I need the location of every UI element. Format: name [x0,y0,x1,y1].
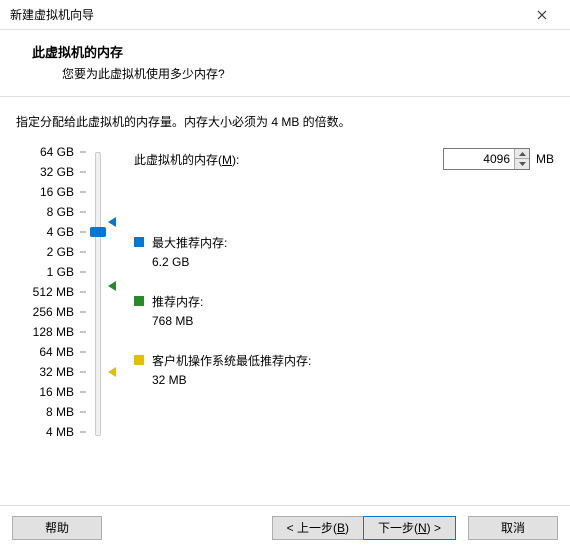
scale-labels-column: 64 GB 32 GB 16 GB 8 GB 4 GB 2 GB 1 GB 512 MB 256… [16,148,88,440]
square-blue-icon [134,237,144,247]
scale-label: 32 MB [39,366,74,378]
scale-label: 32 GB [40,166,74,178]
scale-tick [80,332,86,333]
min-recommended-value: 32 MB [152,373,311,387]
scale-label: 4 GB [47,226,74,238]
scale-label: 4 MB [46,426,74,438]
content-area: 指定分配给此虚拟机的内存量。内存大小必须为 4 MB 的倍数。 64 GB 32 … [0,97,570,505]
page-title: 此虚拟机的内存 [32,42,556,61]
scale-tick [80,232,86,233]
memory-spinner[interactable] [443,148,530,170]
scale-tick [80,152,86,153]
scale-tick [80,412,86,413]
max-recommended-label: 最大推荐内存: [152,234,227,251]
spinner-down-button[interactable] [515,159,529,169]
recommended-label: 推荐内存: [152,293,203,310]
scale-label: 8 MB [46,406,74,418]
close-icon [537,10,547,20]
memory-input[interactable] [444,150,514,168]
slider-track [95,152,101,436]
window-title: 新建虚拟机向导 [10,6,522,23]
wizard-header: 此虚拟机的内存 您要为此虚拟机使用多少内存? [0,30,570,97]
marker-rec-icon [108,281,116,291]
next-button[interactable]: 下一步(N) > [363,516,456,540]
scale-tick [80,252,86,253]
scale-tick [80,352,86,353]
instruction-text: 指定分配给此虚拟机的内存量。内存大小必须为 4 MB 的倍数。 [16,113,554,130]
min-recommended-label: 客户机操作系统最低推荐内存: [152,352,311,369]
page-subtitle: 您要为此虚拟机使用多少内存? [62,65,556,82]
scale-label: 8 GB [47,206,74,218]
max-recommended-value: 6.2 GB [152,255,227,269]
scale-tick [80,272,86,273]
scale-tick [80,372,86,373]
memory-input-label: 此虚拟机的内存(M): [134,151,443,168]
scale-tick [80,172,86,173]
titlebar: 新建虚拟机向导 [0,0,570,30]
slider-thumb[interactable] [90,227,106,237]
recommended-block: 推荐内存: 768 MB [134,293,554,328]
back-button[interactable]: < 上一步(B) [272,516,363,540]
footer: 帮助 < 上一步(B) 下一步(N) > 取消 [0,505,570,549]
scale-tick [80,292,86,293]
square-green-icon [134,296,144,306]
scale-tick [80,192,86,193]
scale-label: 256 MB [33,306,74,318]
scale-label: 16 GB [40,186,74,198]
chevron-down-icon [519,162,526,166]
scale-label: 1 GB [47,266,74,278]
scale-tick [80,212,86,213]
max-recommended-block: 最大推荐内存: 6.2 GB [134,234,554,269]
scale-label: 64 MB [39,346,74,358]
scale-label: 64 GB [40,146,74,158]
marker-max-icon [108,217,116,227]
scale-tick [80,392,86,393]
scale-tick [80,432,86,433]
info-column: 此虚拟机的内存(M): MB [118,148,554,440]
spinner-up-button[interactable] [515,149,529,159]
close-button[interactable] [522,1,562,29]
scale-tick [80,312,86,313]
min-recommended-block: 客户机操作系统最低推荐内存: 32 MB [134,352,554,387]
scale-label: 128 MB [33,326,74,338]
scale-label: 2 GB [47,246,74,258]
scale-label: 512 MB [33,286,74,298]
memory-slider[interactable] [88,148,118,440]
scale-label: 16 MB [39,386,74,398]
help-button[interactable]: 帮助 [12,516,102,540]
chevron-up-icon [519,152,526,156]
memory-unit: MB [536,152,554,166]
marker-min-icon [108,367,116,377]
square-yellow-icon [134,355,144,365]
recommended-value: 768 MB [152,314,203,328]
cancel-button[interactable]: 取消 [468,516,558,540]
